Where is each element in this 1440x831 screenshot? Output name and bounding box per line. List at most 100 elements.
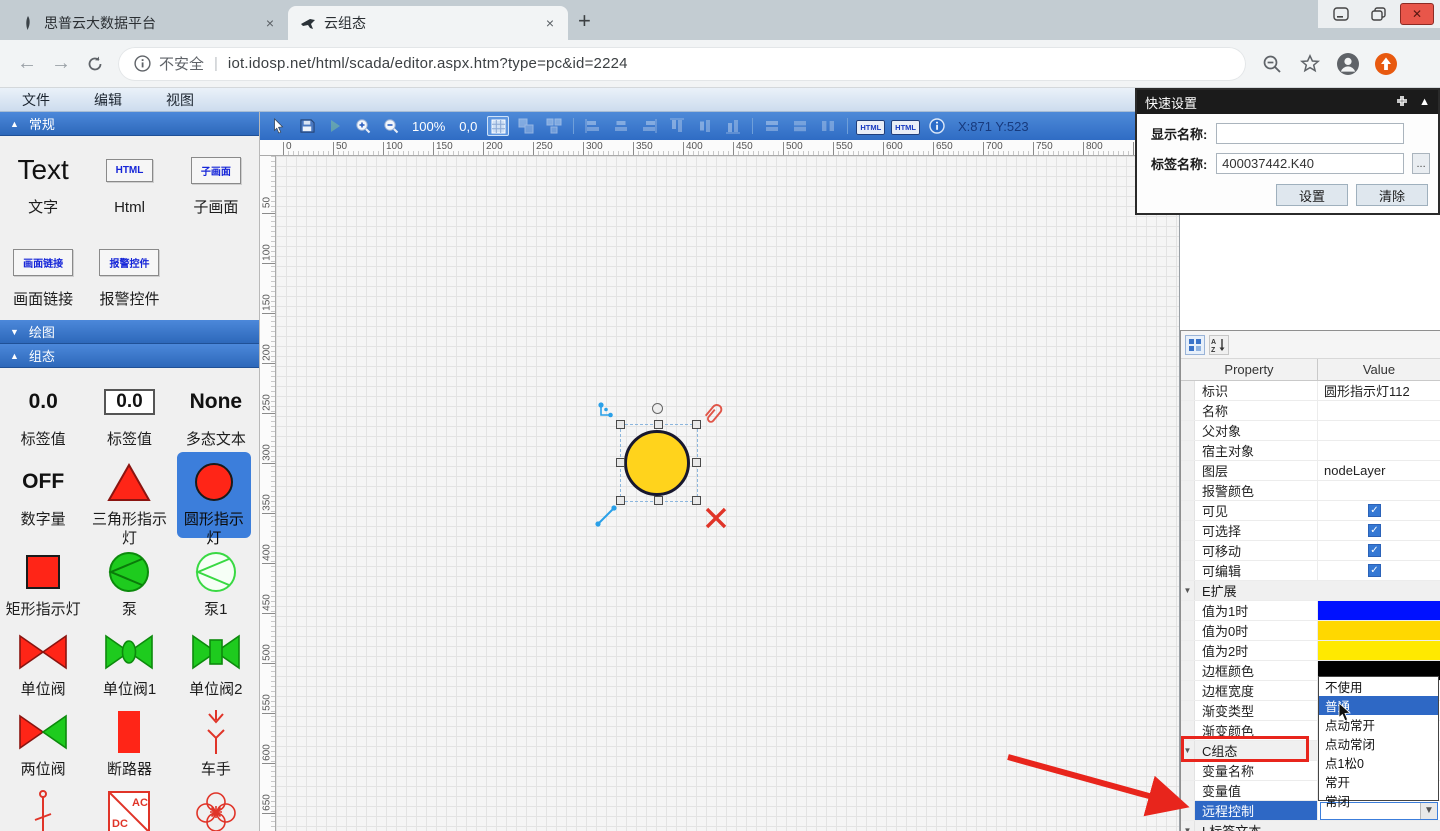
- palette-scada-item-PT[interactable]: PT: [173, 778, 259, 831]
- delete-x-icon[interactable]: [704, 506, 728, 530]
- display-name-input[interactable]: [1216, 123, 1404, 144]
- property-value[interactable]: [1318, 641, 1440, 660]
- property-row-可选择[interactable]: 可选择✓: [1181, 521, 1440, 541]
- tag-name-input[interactable]: [1216, 153, 1404, 174]
- space-h-icon[interactable]: [817, 116, 839, 136]
- property-row-可编辑[interactable]: 可编辑✓: [1181, 561, 1440, 581]
- group-icon[interactable]: [515, 116, 537, 136]
- dropdown-option-普通[interactable]: 普通: [1319, 696, 1438, 715]
- back-icon[interactable]: ←: [10, 47, 44, 81]
- same-height-icon[interactable]: [789, 116, 811, 136]
- align-left-icon[interactable]: [582, 116, 604, 136]
- property-row-名称[interactable]: 名称: [1181, 401, 1440, 421]
- ungroup-icon[interactable]: [543, 116, 565, 136]
- browser-tab[interactable]: 云组态×: [288, 6, 568, 40]
- forward-icon[interactable]: →: [44, 47, 78, 81]
- design-grid[interactable]: [276, 156, 1179, 831]
- address-field[interactable]: 不安全 | iot.idosp.net/html/scada/editor.as…: [118, 47, 1246, 81]
- property-row-宿主对象[interactable]: 宿主对象: [1181, 441, 1440, 461]
- dropdown-option-点动常闭[interactable]: 点动常闭: [1319, 734, 1438, 753]
- dropdown-option-点动常开[interactable]: 点动常开: [1319, 715, 1438, 734]
- play-icon[interactable]: [324, 116, 346, 136]
- property-row-可移动[interactable]: 可移动✓: [1181, 541, 1440, 561]
- selection-handle[interactable]: [692, 458, 701, 467]
- palette-scada-item-单位阀[interactable]: 单位阀: [0, 618, 86, 698]
- palette-general-item-画面链接[interactable]: 画面链接画面链接: [0, 228, 86, 320]
- palette-general-item-文字[interactable]: Text文字: [0, 136, 86, 228]
- palette-scada-item-多态文本[interactable]: None多态文本: [173, 368, 259, 448]
- palette-scada-item-三角形指示灯[interactable]: 三角形指示灯: [86, 448, 172, 538]
- selection-handle[interactable]: [654, 496, 663, 505]
- browse-button[interactable]: ...: [1412, 153, 1430, 174]
- property-row-父对象[interactable]: 父对象: [1181, 421, 1440, 441]
- clear-button[interactable]: 清除: [1356, 184, 1428, 206]
- palette-section-drawing[interactable]: ▼绘图: [0, 320, 259, 344]
- color-swatch[interactable]: [1318, 601, 1440, 620]
- palette-scada-item-逆变器[interactable]: ACDC逆变器: [86, 778, 172, 831]
- same-width-icon[interactable]: [761, 116, 783, 136]
- align-center-icon[interactable]: [610, 116, 632, 136]
- palette-scada-item-单位阀1[interactable]: 单位阀1: [86, 618, 172, 698]
- property-value[interactable]: ✓: [1318, 521, 1440, 540]
- property-value[interactable]: [1318, 421, 1440, 440]
- align-bottom-icon[interactable]: [722, 116, 744, 136]
- property-row-报警颜色[interactable]: 报警颜色: [1181, 481, 1440, 501]
- connector-icon[interactable]: [596, 400, 620, 424]
- property-row-标识[interactable]: 标识圆形指示灯112: [1181, 381, 1440, 401]
- html-button-1[interactable]: HTML: [856, 117, 885, 135]
- property-value[interactable]: ✓: [1318, 561, 1440, 580]
- palette-scada-item-标签值[interactable]: 0.0标签值: [0, 368, 86, 448]
- palette-scada-item-泵1[interactable]: 泵1: [173, 538, 259, 618]
- color-swatch[interactable]: [1318, 641, 1440, 660]
- palette-scada-item-矩形指示灯[interactable]: 矩形指示灯: [0, 538, 86, 618]
- zoom-out-page-icon[interactable]: [1260, 52, 1284, 76]
- palette-section-general[interactable]: ▲常规: [0, 112, 259, 136]
- zoom-out-icon[interactable]: [380, 116, 402, 136]
- browser-tab[interactable]: 思普云大数据平台×: [8, 6, 288, 40]
- reload-icon[interactable]: [78, 47, 112, 81]
- orange-extension-icon[interactable]: [1374, 52, 1398, 76]
- selection-handle[interactable]: [654, 420, 663, 429]
- tab-close-icon[interactable]: ×: [542, 15, 558, 31]
- zoom-in-icon[interactable]: [352, 116, 374, 136]
- property-row-值为2时[interactable]: 值为2时: [1181, 641, 1440, 661]
- dropdown-option-点1松0[interactable]: 点1松0: [1319, 753, 1438, 772]
- palette-scada-item-泵[interactable]: 泵: [86, 538, 172, 618]
- palette-scada-item-断路器[interactable]: 断路器: [86, 698, 172, 778]
- avatar-icon[interactable]: [1336, 52, 1360, 76]
- restore-icon[interactable]: [1362, 3, 1396, 25]
- sort-az-icon[interactable]: AZ: [1209, 335, 1229, 355]
- paperclip-icon[interactable]: [700, 400, 726, 428]
- new-tab-button[interactable]: +: [568, 8, 605, 40]
- property-value[interactable]: 圆形指示灯112: [1318, 381, 1440, 400]
- menu-item-文件[interactable]: 文件: [0, 90, 72, 110]
- selection-handle[interactable]: [616, 458, 625, 467]
- property-row-值为0时[interactable]: 值为0时: [1181, 621, 1440, 641]
- quick-settings-header[interactable]: 快速设置 ▲: [1137, 90, 1438, 114]
- palette-scada-item-圆形指示灯[interactable]: 圆形指示灯: [177, 452, 251, 538]
- minimize-icon[interactable]: [1324, 3, 1358, 25]
- palette-scada-item-单位阀2[interactable]: 单位阀2: [173, 618, 259, 698]
- checkbox-checked-icon[interactable]: ✓: [1368, 524, 1381, 537]
- info-icon[interactable]: [926, 116, 948, 136]
- circle-indicator-widget[interactable]: [624, 430, 690, 496]
- star-icon[interactable]: [1298, 52, 1322, 76]
- menu-item-编辑[interactable]: 编辑: [72, 90, 144, 110]
- palette-scada-item-数字量[interactable]: OFF数字量: [0, 448, 86, 538]
- palette-scada-item-两位阀[interactable]: 两位阀: [0, 698, 86, 778]
- property-row-L标签文本[interactable]: ▼L标签文本: [1181, 821, 1440, 831]
- dropdown-option-不使用[interactable]: 不使用: [1319, 677, 1438, 696]
- palette-general-item-Html[interactable]: HTMLHtml: [86, 136, 172, 228]
- property-value[interactable]: [1318, 441, 1440, 460]
- line-handle-icon[interactable]: [594, 502, 620, 528]
- property-value[interactable]: ✓: [1318, 541, 1440, 560]
- align-top-icon[interactable]: [666, 116, 688, 136]
- collapse-icon[interactable]: [1395, 95, 1409, 110]
- property-row-E扩展[interactable]: ▼E扩展: [1181, 581, 1440, 601]
- save-icon[interactable]: [296, 116, 318, 136]
- set-button[interactable]: 设置: [1276, 184, 1348, 206]
- property-value[interactable]: nodeLayer: [1318, 461, 1440, 480]
- rotate-handle-icon[interactable]: [652, 403, 663, 414]
- cursor-icon[interactable]: [268, 116, 290, 136]
- menu-item-视图[interactable]: 视图: [144, 90, 216, 110]
